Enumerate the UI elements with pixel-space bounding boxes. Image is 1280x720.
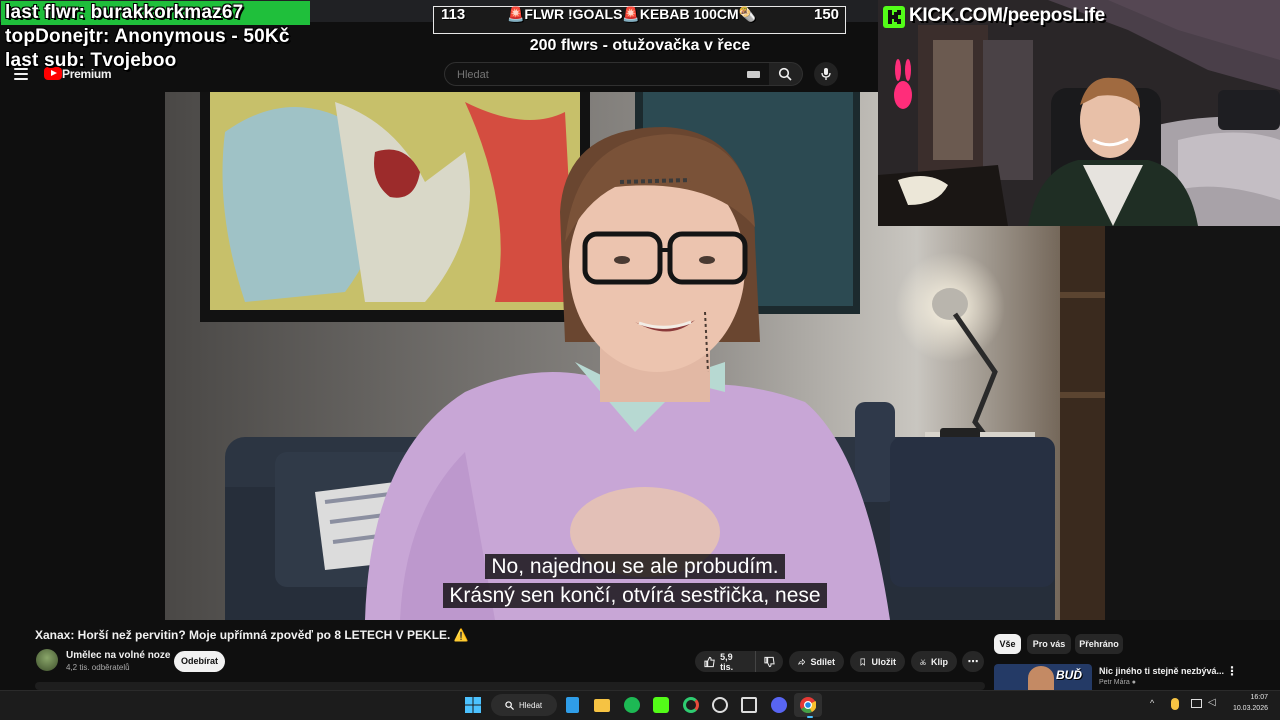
subscriber-count: 4,2 tis. odběratelů bbox=[66, 663, 130, 672]
chrome-icon bbox=[800, 697, 816, 713]
search-icon bbox=[778, 67, 792, 81]
more-icon: ⋯ bbox=[967, 656, 979, 668]
windows-start-icon[interactable] bbox=[465, 697, 481, 713]
mic-icon bbox=[821, 68, 831, 80]
like-button[interactable]: 5,9 tis. bbox=[695, 651, 755, 672]
search-icon bbox=[505, 700, 514, 710]
volume-tray-icon[interactable]: ◁ bbox=[1208, 697, 1216, 708]
share-icon bbox=[798, 658, 806, 665]
thumbnail-text: BUĎ bbox=[1056, 668, 1082, 682]
voice-search-button[interactable] bbox=[814, 62, 838, 86]
chip-watched[interactable]: Přehráno bbox=[1075, 634, 1123, 654]
windows-taskbar bbox=[0, 690, 1280, 720]
search-button[interactable] bbox=[769, 62, 803, 86]
top-donor-text: topDonejtr: Anonymous - 50Kč bbox=[5, 26, 290, 47]
clock-time[interactable]: 16:07 bbox=[1250, 694, 1268, 701]
description-box-edge bbox=[35, 682, 985, 690]
clip-button[interactable]: Klip bbox=[911, 651, 957, 672]
webcam-frame bbox=[878, 0, 1280, 226]
channel-name[interactable]: Umělec na volné noze bbox=[66, 650, 170, 661]
tray-chevron-icon[interactable]: ^ bbox=[1150, 698, 1154, 708]
clock-date[interactable]: 10.03.2026 bbox=[1233, 705, 1268, 712]
kick-app-icon[interactable] bbox=[653, 697, 669, 713]
recommended-channel-name: Petr Mára bbox=[1099, 679, 1130, 686]
search-input[interactable] bbox=[455, 68, 719, 82]
like-count: 5,9 tis. bbox=[720, 651, 734, 672]
subscribe-button[interactable]: Odebírat bbox=[174, 651, 225, 672]
thumbnail-face bbox=[1028, 666, 1054, 690]
app-icon-c[interactable] bbox=[683, 697, 699, 713]
thumbs-up-icon bbox=[704, 656, 715, 667]
video-title: Xanax: Horší než pervitin? Moje upřímná … bbox=[35, 628, 469, 642]
taskbar-search-label: Hledat bbox=[519, 700, 543, 710]
active-indicator bbox=[807, 716, 813, 718]
keyboard-icon[interactable] bbox=[747, 71, 760, 78]
clip-label: Klip bbox=[931, 656, 948, 667]
goal-current: 113 bbox=[441, 6, 466, 23]
scissors-icon bbox=[920, 658, 926, 665]
webcam-overlay bbox=[878, 0, 1280, 226]
dislike-button[interactable] bbox=[755, 651, 783, 672]
microphone-tray-icon[interactable] bbox=[1171, 698, 1179, 710]
notepad-icon[interactable] bbox=[566, 697, 579, 713]
share-button[interactable]: Sdílet bbox=[789, 651, 844, 672]
save-button[interactable]: Uložit bbox=[850, 651, 905, 672]
search-box[interactable] bbox=[444, 62, 770, 86]
more-actions-button[interactable]: ⋯ bbox=[962, 651, 984, 672]
bookmark-icon bbox=[860, 658, 865, 666]
channel-avatar[interactable] bbox=[36, 649, 58, 671]
goal-subtitle: 200 flwrs - otužovačka v řece bbox=[529, 37, 751, 54]
recommended-channel: Petr Mára ● bbox=[1099, 679, 1136, 686]
subtitle-line-1: No, najednou se ale probudím. bbox=[0, 554, 1270, 579]
last-follower-text: last flwr: burakkorkmaz67 bbox=[5, 2, 244, 23]
chip-for-you[interactable]: Pro vás bbox=[1027, 634, 1071, 654]
save-label: Uložit bbox=[871, 656, 897, 667]
taskbar-search[interactable]: Hledat bbox=[491, 694, 557, 716]
discord-icon[interactable] bbox=[771, 697, 787, 713]
subtitle-line-2: Krásný sen končí, otvírá sestřička, nese bbox=[0, 583, 1270, 608]
spotify-icon[interactable] bbox=[624, 697, 640, 713]
share-label: Sdílet bbox=[810, 656, 835, 667]
kick-logo-icon bbox=[883, 6, 905, 28]
goal-target: 150 bbox=[814, 6, 840, 23]
app-icon-circle[interactable] bbox=[712, 697, 728, 713]
verified-icon: ● bbox=[1131, 679, 1136, 686]
display-tray-icon[interactable] bbox=[1191, 699, 1202, 708]
recommended-menu-icon[interactable]: ⋮ bbox=[1226, 664, 1238, 678]
app-icon-window[interactable] bbox=[741, 697, 757, 713]
goal-label: 🚨FLWR !GOALS🚨KEBAB 100CM🌯 bbox=[507, 6, 757, 22]
thumbs-down-icon bbox=[764, 656, 775, 667]
chrome-active-tab[interactable] bbox=[794, 693, 822, 717]
recommended-thumbnail[interactable]: BUĎ bbox=[994, 664, 1092, 690]
last-sub-text: last sub: Tvojeboo bbox=[5, 50, 177, 71]
file-explorer-icon[interactable] bbox=[594, 699, 610, 712]
recommended-title[interactable]: Nic jiného ti stejně nezbývá... bbox=[1099, 666, 1224, 676]
kick-channel-label: KICK.COM/peeposLife bbox=[909, 5, 1105, 26]
chip-all[interactable]: Vše bbox=[994, 634, 1021, 654]
